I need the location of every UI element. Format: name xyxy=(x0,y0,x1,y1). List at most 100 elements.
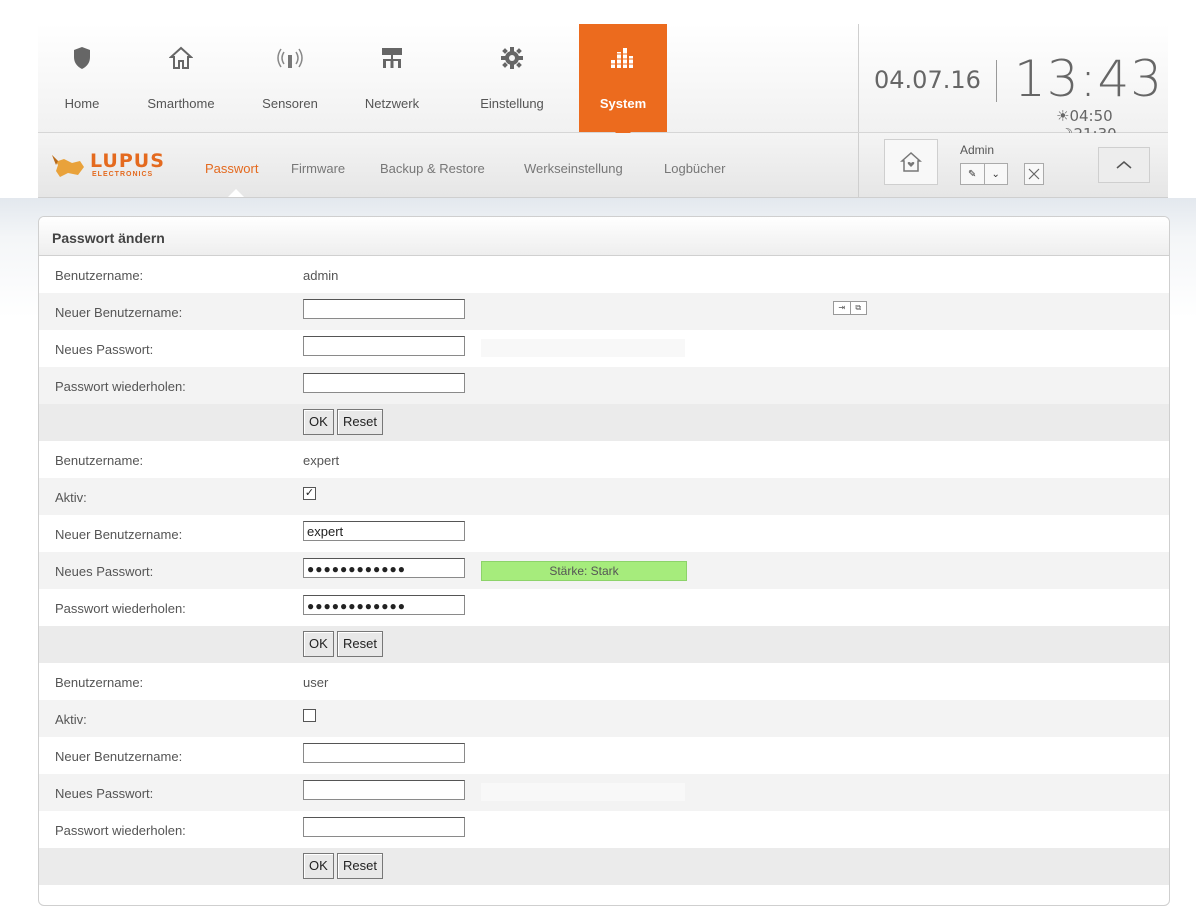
repeat-password-input[interactable] xyxy=(303,373,465,393)
form-row: Aktiv: xyxy=(39,700,1169,737)
new-password-label: Neues Passwort: xyxy=(55,786,154,801)
fox-logo-icon xyxy=(52,155,84,177)
button-row: OK Reset xyxy=(39,404,1169,441)
reset-button[interactable]: Reset xyxy=(337,853,383,879)
ok-button[interactable]: OK xyxy=(303,853,334,879)
date-display: 04.07.16 xyxy=(874,66,981,94)
shield-icon xyxy=(38,46,126,70)
new-username-label: Neuer Benutzername: xyxy=(55,527,183,542)
form-row: Neuer Benutzername: ⇥ ⧉ xyxy=(39,293,1169,330)
nav-item-einstellung[interactable]: Einstellung xyxy=(468,24,556,132)
nav-item-system[interactable]: System xyxy=(579,24,667,140)
nav-item-netzwerk[interactable]: Netzwerk xyxy=(348,24,436,132)
form-row: Benutzername: user xyxy=(39,663,1169,700)
gear-icon xyxy=(468,46,556,70)
active-tab-indicator xyxy=(228,189,244,197)
form-row: Neuer Benutzername: xyxy=(39,737,1169,774)
user-name: Admin xyxy=(960,143,995,157)
keyboard-toggle-widget[interactable]: ⇥ ⧉ xyxy=(833,301,867,315)
tab-werkseinstellung[interactable]: Werkseinstellung xyxy=(524,161,623,176)
username-value: user xyxy=(303,675,329,690)
form-row: Passwort wiederholen: ●●●●●●●●●●●● xyxy=(39,589,1169,626)
new-username-label: Neuer Benutzername: xyxy=(55,749,183,764)
form-row: Passwort wiederholen: xyxy=(39,811,1169,848)
tab-backup-restore[interactable]: Backup & Restore xyxy=(380,161,485,176)
active-label: Aktiv: xyxy=(55,712,87,727)
sunrise-time: 04:50 xyxy=(1069,107,1113,125)
repeat-password-label: Passwort wiederholen: xyxy=(55,823,186,838)
nav-label: Netzwerk xyxy=(364,96,420,111)
reset-button[interactable]: Reset xyxy=(337,409,383,435)
house-heart-icon xyxy=(900,151,922,172)
active-checkbox[interactable]: ✓ xyxy=(303,487,316,500)
home-button[interactable] xyxy=(884,139,938,185)
checkmark-icon: ✓ xyxy=(304,487,315,499)
new-username-input[interactable]: expert xyxy=(303,521,465,541)
window-icon[interactable]: ⧉ xyxy=(849,302,867,314)
active-label: Aktiv: xyxy=(55,490,87,505)
nav-item-sensoren[interactable]: Sensoren xyxy=(246,24,334,132)
button-row: OK Reset xyxy=(39,848,1169,885)
new-username-input[interactable] xyxy=(303,743,465,763)
top-navigation-bar: Home Smarthome Sensoren Netzwerk Einstel… xyxy=(38,24,1168,143)
brand-name: LUPUS xyxy=(90,150,165,172)
form-row: Benutzername: admin xyxy=(39,256,1169,293)
divider xyxy=(858,24,859,132)
username-label: Benutzername: xyxy=(55,268,144,283)
new-password-input[interactable]: ●●●●●●●●●●●● xyxy=(303,558,465,578)
repeat-password-label: Passwort wiederholen: xyxy=(55,601,186,616)
ok-button[interactable]: OK xyxy=(303,631,334,657)
reset-button[interactable]: Reset xyxy=(337,631,383,657)
repeat-password-input[interactable]: ●●●●●●●●●●●● xyxy=(303,595,465,615)
new-password-input[interactable] xyxy=(303,336,465,356)
lupus-logo: LUPUS ELECTRONICS xyxy=(50,149,180,183)
logout-button[interactable] xyxy=(1024,163,1044,185)
sub-navigation-bar: LUPUS ELECTRONICS Passwort Firmware Back… xyxy=(38,133,1168,198)
form-row: Neuer Benutzername: expert xyxy=(39,515,1169,552)
form-row: Neues Passwort: ●●●●●●●●●●●● Stärke: Sta… xyxy=(39,552,1169,589)
pencil-icon[interactable]: ✎ xyxy=(961,164,984,184)
ok-button[interactable]: OK xyxy=(303,409,334,435)
divider xyxy=(858,133,859,197)
nav-label: Sensoren xyxy=(262,96,318,111)
form-row: Aktiv: ✓ xyxy=(39,478,1169,515)
nav-item-home[interactable]: Home xyxy=(38,24,126,132)
form-row: Neues Passwort: xyxy=(39,330,1169,367)
new-password-input[interactable] xyxy=(303,780,465,800)
chevron-down-icon[interactable]: ⌄ xyxy=(983,164,1008,184)
new-username-input[interactable] xyxy=(303,299,465,319)
house-icon xyxy=(137,46,225,70)
username-value: admin xyxy=(303,268,339,283)
active-checkbox[interactable] xyxy=(303,709,316,722)
close-icon xyxy=(1028,168,1040,180)
repeat-password-label: Passwort wiederholen: xyxy=(55,379,186,394)
password-panel: Passwort ändern Benutzername: admin Neue… xyxy=(38,216,1170,906)
user-edit-dropdown[interactable]: ✎ ⌄ xyxy=(960,163,1008,185)
nav-label: Einstellung xyxy=(480,96,544,111)
password-strength-indicator xyxy=(481,783,685,801)
new-password-label: Neues Passwort: xyxy=(55,564,154,579)
nav-label: System xyxy=(599,96,647,111)
nav-label: Smarthome xyxy=(147,96,215,111)
form-row: Neues Passwort: xyxy=(39,774,1169,811)
username-value: expert xyxy=(303,453,340,468)
chevron-up-icon xyxy=(1116,161,1132,169)
nav-item-smarthome[interactable]: Smarthome xyxy=(137,24,225,132)
sunrise-icon: ☀ xyxy=(1056,107,1070,125)
nav-label: Home xyxy=(64,96,100,111)
form-row: Benutzername: expert xyxy=(39,441,1169,478)
username-label: Benutzername: xyxy=(55,453,144,468)
password-strength-indicator: Stärke: Stark xyxy=(481,561,687,581)
repeat-password-input[interactable] xyxy=(303,817,465,837)
divider xyxy=(996,60,997,102)
tab-firmware[interactable]: Firmware xyxy=(291,161,345,176)
tab-logbuecher[interactable]: Logbücher xyxy=(664,161,725,176)
brand-tagline: ELECTRONICS xyxy=(92,171,154,178)
arrow-right-icon[interactable]: ⇥ xyxy=(834,302,850,314)
panel-title: Passwort ändern xyxy=(39,217,1169,256)
network-icon xyxy=(348,46,436,70)
username-label: Benutzername: xyxy=(55,675,144,690)
collapse-button[interactable] xyxy=(1098,147,1150,183)
wireless-sensor-icon xyxy=(246,46,334,70)
tab-passwort[interactable]: Passwort xyxy=(205,161,258,176)
